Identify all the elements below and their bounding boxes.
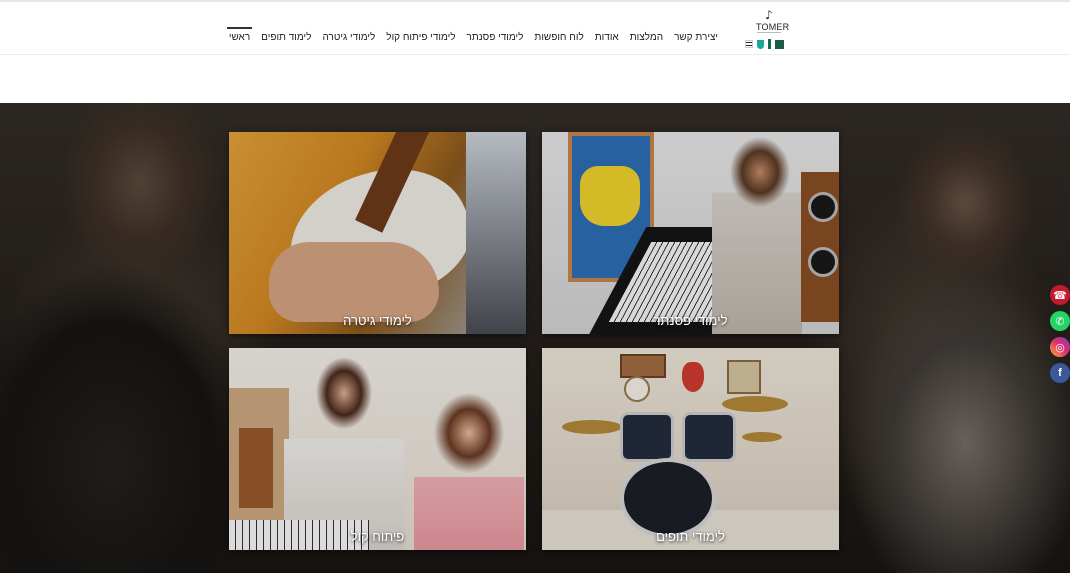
logo-text: TOMER xyxy=(756,22,790,32)
flag-israel-icon[interactable] xyxy=(745,40,753,48)
tile-caption: לימודי גיטרה xyxy=(343,313,412,328)
hero-overlay xyxy=(0,103,1070,573)
tile-voice[interactable]: פיתוח קול xyxy=(229,348,526,550)
instagram-icon[interactable]: ◎ xyxy=(1050,337,1070,357)
bar-icon[interactable] xyxy=(768,39,771,49)
tile-shade xyxy=(229,348,526,550)
tile-piano[interactable]: לימודי פסנתר xyxy=(542,132,839,334)
facebook-icon[interactable]: f xyxy=(1050,363,1070,383)
social-bar: ☎ ✆ ◎ f xyxy=(1050,285,1070,383)
nav-voice[interactable]: לימודי פיתוח קול xyxy=(386,28,455,48)
nav-about[interactable]: אודות xyxy=(595,28,619,48)
nav-contact[interactable]: יצירת קשר xyxy=(674,28,718,48)
whatsapp-icon[interactable]: ✆ xyxy=(1050,311,1070,331)
main-nav: ראשי לימוד תופים לימודי גיטרה לימודי פית… xyxy=(226,27,718,48)
tile-drums[interactable]: לימודי תופים xyxy=(542,348,839,550)
phone-icon[interactable]: ☎ xyxy=(1050,285,1070,305)
tile-caption: לימודי פסנתר xyxy=(653,313,728,328)
language-switcher xyxy=(745,39,784,49)
nav-testimonials[interactable]: המלצות xyxy=(630,28,663,48)
hero-section: לימודי גיטרה לימודי פסנתר פיתוח קול לימו… xyxy=(0,103,1070,573)
tile-shade xyxy=(229,132,526,334)
nav-holidays[interactable]: לוח חופשות xyxy=(534,28,583,48)
nav-guitar[interactable]: לימודי גיטרה xyxy=(322,28,375,48)
nav-home[interactable]: ראשי xyxy=(226,27,253,48)
site-logo[interactable]: ♪ TOMER xyxy=(745,8,793,52)
music-note-icon: ♪ xyxy=(765,8,773,22)
site-header: ראשי לימוד תופים לימודי גיטרה לימודי פית… xyxy=(0,2,1070,55)
nav-piano[interactable]: לימודי פסנתר xyxy=(467,28,524,48)
tile-shade xyxy=(542,348,839,550)
square-icon[interactable] xyxy=(775,39,784,49)
nav-drums[interactable]: לימוד תופים xyxy=(261,28,311,48)
tile-caption: לימודי תופים xyxy=(656,529,725,544)
shield-icon[interactable] xyxy=(757,39,764,49)
tile-caption: פיתוח קול xyxy=(350,529,405,544)
tile-shade xyxy=(542,132,839,334)
logo-divider xyxy=(757,32,781,33)
tile-guitar[interactable]: לימודי גיטרה xyxy=(229,132,526,334)
